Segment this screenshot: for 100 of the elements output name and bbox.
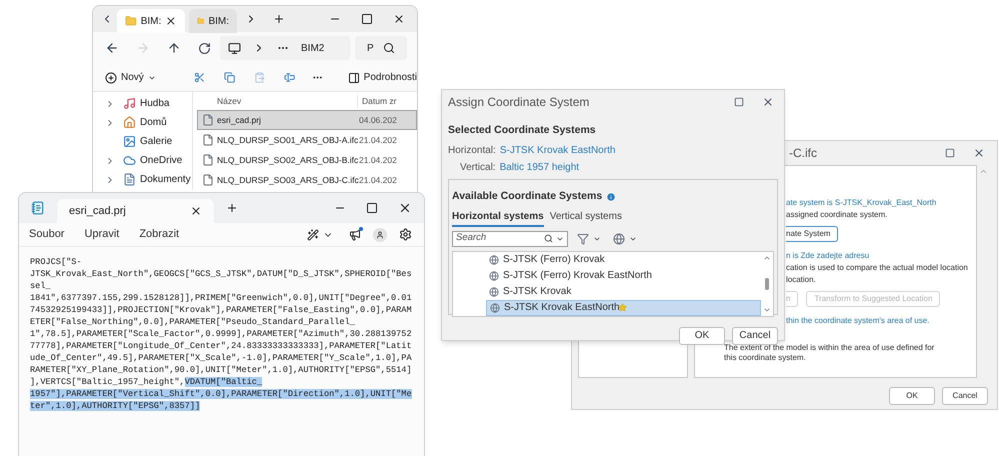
text-line: sel_ [30, 281, 51, 291]
rename-icon[interactable] [284, 71, 296, 84]
description-text: cation is used to compare the actual model location [785, 262, 969, 274]
file-row[interactable]: NLQ_DURSP_SO01_ARS_OBJ-A.ifc21.04.202 [197, 130, 417, 150]
file-row[interactable]: NLQ_DURSP_SO02_ARS_OBJ-B.ifc21.04.202 [197, 150, 417, 170]
system-row[interactable]: S-JTSK (Ferro) Krovak [486, 252, 761, 268]
text-line: 1",78.5],PARAMETER["Scale_Factor",0.9999],PARAMETER["Azimuth",30.288139752 [30, 329, 412, 339]
close-icon[interactable] [393, 13, 405, 25]
column-header[interactable]: Název [197, 95, 357, 108]
close-icon[interactable] [762, 96, 774, 108]
back-icon[interactable] [105, 41, 119, 55]
system-row[interactable]: S-JTSK Krovak EastNorth [486, 300, 761, 316]
dialog-button[interactable]: Cancel [942, 387, 988, 405]
music-icon [123, 97, 136, 110]
copy-icon[interactable] [224, 71, 236, 84]
star-icon[interactable] [618, 303, 627, 312]
settings-icon[interactable] [399, 228, 412, 241]
menu-item[interactable]: Soubor [29, 226, 64, 243]
menu-item[interactable]: Upravit [84, 226, 120, 243]
search-input[interactable]: Search [456, 231, 536, 246]
text-line: RAMETER["XY_Plane_Rotation",90.0],UNIT["Meter",1.0],AUTHORITY["EPSG",5514] [30, 365, 412, 375]
notepad-icon [31, 201, 45, 215]
home-icon [123, 116, 136, 129]
column-header[interactable]: Datum zr [357, 95, 396, 108]
system-link[interactable]: Baltic 1957 height [500, 160, 580, 175]
new-button[interactable]: Nový [105, 70, 156, 85]
details-pane-icon [348, 72, 360, 84]
dialog-title: Assign Coordinate System [448, 94, 590, 111]
description-text: The extent of the model is within the area of use defined for this coordinate system. [723, 343, 936, 363]
new-tab-icon[interactable] [273, 13, 285, 25]
maximize-icon[interactable] [945, 148, 955, 158]
document-tab[interactable]: esri_cad.prj [57, 199, 214, 223]
system-link[interactable]: S-JTSK Krovak EastNorth [500, 142, 616, 158]
maximize-icon[interactable] [366, 202, 378, 214]
new-tab-icon[interactable] [226, 202, 238, 214]
system-row[interactable]: S-JTSK Krovak [486, 284, 761, 300]
search-field[interactable]: Search [452, 230, 568, 246]
add-globe-icon[interactable] [613, 232, 625, 244]
dialog-button[interactable]: OK [679, 326, 725, 345]
up-icon[interactable] [167, 41, 181, 55]
refresh-icon[interactable] [198, 42, 211, 54]
filter-icon[interactable] [577, 232, 589, 244]
description-text: location. [785, 274, 817, 286]
text-line: 1841",6377397.155,299.1528128]],PRIMEM["Greenwich",0.0],UNIT["Degree",0.01 [30, 293, 412, 303]
nav-item[interactable]: Domů [93, 113, 192, 132]
folder-tab[interactable]: BIM: [117, 9, 185, 33]
sparkle-icon[interactable] [307, 228, 319, 240]
systems-tab[interactable]: Horizontal systems [452, 208, 544, 226]
search-field[interactable]: P [355, 36, 407, 60]
file-icon [202, 154, 214, 166]
close-icon[interactable] [398, 201, 412, 215]
menu-item[interactable]: Zobrazit [139, 226, 180, 243]
maximize-icon[interactable] [361, 13, 373, 25]
dialog-button[interactable]: Cancel [732, 326, 778, 345]
close-tab-icon[interactable] [190, 205, 202, 217]
nav-item[interactable]: Dokumenty [93, 170, 192, 189]
text-line: JTSK_Krovak_East_North",GEOGCS["GCS_S_JTSK",DATUM["D_S_JTSK",SPHEROID["Bes [30, 269, 412, 279]
file-row[interactable]: esri_cad.prj 04.06.202 [197, 110, 417, 130]
section-heading: Selected Coordinate Systems [448, 123, 597, 138]
systems-tab[interactable]: Vertical systems [550, 208, 622, 226]
info-icon[interactable] [606, 192, 616, 202]
search-icon [383, 42, 395, 54]
maximize-icon[interactable] [734, 97, 744, 107]
text-line: 77778],PARAMETER["Longitude_Of_Center",24.83333333333333],PARAMETER["Latit [30, 341, 412, 351]
cloud-icon [123, 154, 136, 167]
address-bar[interactable]: BIM2 [220, 36, 350, 60]
nav-item[interactable]: OneDrive [93, 151, 192, 170]
computer-icon [228, 42, 241, 54]
folder-icon [125, 15, 137, 27]
system-row[interactable]: S-JTSK (Ferro) Krovak EastNorth [486, 268, 761, 284]
text-line: ude_Of_Center",49.5],PARAMETER["X_Scale",-1.0],PARAMETER["Y_Scale",1.0],PA [30, 353, 412, 363]
cut-icon[interactable] [194, 71, 205, 84]
globe-icon [489, 286, 499, 296]
file-icon [202, 134, 214, 146]
plus-icon [105, 72, 117, 84]
nav-item[interactable]: Hudba [93, 94, 192, 113]
file-row[interactable]: NLQ_DURSP_SO03_ARS_OBJ-C.ifc21.04.202 [197, 170, 417, 190]
details-button[interactable]: Podrobnosti [348, 70, 417, 85]
file-icon [202, 174, 214, 186]
megaphone-icon[interactable] [349, 228, 361, 240]
folder-tab[interactable]: BIM: [189, 9, 237, 33]
nav-item[interactable]: Galerie [93, 132, 192, 151]
close-tab-icon[interactable] [165, 15, 177, 27]
section-heading: Available Coordinate Systems [452, 188, 602, 204]
description-text: assigned coordinate system. [785, 209, 888, 221]
field-label: Horizontal: [448, 144, 496, 158]
account-icon[interactable] [373, 228, 387, 242]
file-icon [202, 114, 214, 126]
folder-icon [197, 15, 204, 27]
search-icon [544, 234, 553, 243]
dialog-button[interactable]: OK [889, 387, 935, 405]
dialog-title: -C.ifc [789, 145, 817, 162]
gallery-icon [123, 135, 136, 148]
text-line: 74532925199433]],PROJECTION["Krovak"],PARAMETER["False_Easting",0.0],PARAM [30, 305, 412, 315]
globe-icon [489, 254, 499, 264]
action-button[interactable]: nate System [786, 226, 838, 242]
close-icon[interactable] [973, 147, 985, 159]
address-text: BIM2 [301, 42, 324, 56]
tab-label: BIM: [208, 14, 229, 28]
text-line: PROJCS["S- [30, 257, 82, 267]
